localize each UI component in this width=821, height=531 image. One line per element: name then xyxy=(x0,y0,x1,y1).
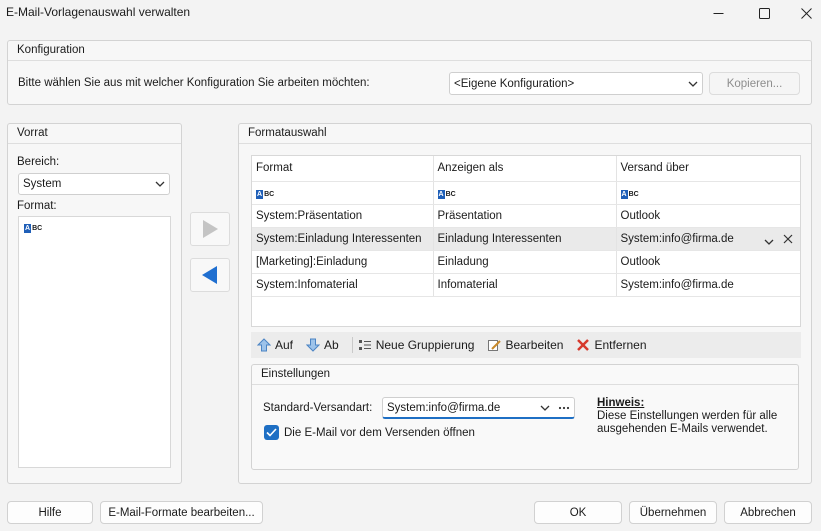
abc-format-icon: A BC xyxy=(437,189,456,199)
cell-format: System:Infomaterial xyxy=(252,273,434,297)
copy-button[interactable]: Kopieren... xyxy=(709,72,800,95)
column-header-versand[interactable]: Versand über xyxy=(616,156,800,182)
window-title: E-Mail-Vorlagenauswahl verwalten xyxy=(6,5,191,19)
close-icon xyxy=(800,7,812,19)
title-bar: E-Mail-Vorlagenauswahl verwalten xyxy=(0,0,821,26)
cell-versand: Outlook xyxy=(616,204,800,228)
remove-button[interactable]: Entfernen xyxy=(576,338,647,352)
grouping-icon xyxy=(358,340,371,350)
chevron-down-icon xyxy=(151,181,169,187)
open-before-send-label: Die E-Mail vor dem Versenden öffnen xyxy=(284,426,475,439)
bereich-label: Bereich: xyxy=(17,156,60,168)
cell-anzeigen: Präsentation xyxy=(433,204,617,228)
chevron-down-icon[interactable] xyxy=(536,405,554,411)
cell-versand: System:info@firma.de xyxy=(620,232,734,245)
remove-icon xyxy=(577,339,590,351)
cell-format: System:Präsentation xyxy=(252,204,434,228)
remove-label: Entfernen xyxy=(594,338,647,352)
format-grid[interactable]: Format Anzeigen als Versand über A BC A BC… xyxy=(251,155,801,327)
hint-title: Hinweis: xyxy=(597,397,645,409)
maximize-button[interactable] xyxy=(741,0,787,26)
cell-anzeigen: Einladung Interessenten xyxy=(433,227,617,251)
cancel-button[interactable]: Abbrechen xyxy=(724,501,812,524)
konfiguration-group: Konfiguration Bitte wählen Sie aus mit w… xyxy=(7,40,812,105)
checkbox-checked-icon xyxy=(264,425,279,440)
close-button[interactable] xyxy=(783,0,821,26)
vorrat-group: Vorrat Bereich: System Format: A BC xyxy=(7,123,182,484)
konfiguration-select-value: <Eigene Konfiguration> xyxy=(454,77,575,90)
open-before-send-checkbox[interactable]: Die E-Mail vor dem Versenden öffnen xyxy=(264,425,475,440)
abc-format-icon: A BC xyxy=(620,189,639,199)
table-row[interactable]: [Marketing]:Einladung Einladung Outlook xyxy=(252,250,800,274)
table-row[interactable]: System:Infomaterial Infomaterial System:… xyxy=(252,273,800,297)
column-header-anzeigen[interactable]: Anzeigen als xyxy=(433,156,617,182)
einstellungen-group: Einstellungen Standard-Versandart: Syste… xyxy=(251,364,799,470)
vorrat-header: Vorrat xyxy=(8,124,181,144)
edit-icon xyxy=(488,340,502,351)
abc-format-icon: A BC xyxy=(256,189,275,199)
formatauswahl-group: Formatauswahl Format Anzeigen als Versan… xyxy=(238,123,812,484)
edit-label: Bearbeiten xyxy=(505,338,564,352)
cell-anzeigen: Einladung xyxy=(433,250,617,274)
chevron-down-icon[interactable] xyxy=(764,236,774,248)
formatauswahl-header: Formatauswahl xyxy=(239,124,811,144)
arrow-up-icon xyxy=(257,338,271,352)
bereich-select[interactable]: System xyxy=(18,173,170,195)
more-icon[interactable] xyxy=(554,406,574,410)
versandart-label: Standard-Versandart: xyxy=(263,402,373,414)
help-button[interactable]: Hilfe xyxy=(7,501,93,524)
versandart-select[interactable]: System:info@firma.de xyxy=(382,397,575,419)
table-row[interactable]: System:Präsentation Präsentation Outlook xyxy=(252,204,800,228)
minimize-icon xyxy=(713,12,723,14)
minimize-button[interactable] xyxy=(695,0,741,26)
apply-button[interactable]: Übernehmen xyxy=(629,501,717,524)
hint-text: Diese Einstellungen werden für alle ausg… xyxy=(597,410,778,435)
maximize-icon xyxy=(758,7,770,19)
abc-format-icon: A BC xyxy=(24,224,43,233)
cell-versand-editor[interactable]: System:info@firma.de xyxy=(616,227,800,251)
konfiguration-prompt: Bitte wählen Sie aus mit welcher Konfigu… xyxy=(18,77,370,89)
vorrat-format-list[interactable]: A BC xyxy=(18,216,171,468)
format-toolbar: Auf Ab Neue Gruppierung Bearbeiten Entfe… xyxy=(251,332,801,358)
list-item[interactable]: A BC xyxy=(19,217,170,237)
konfiguration-header: Konfiguration xyxy=(8,41,811,61)
versandart-select-value: System:info@firma.de xyxy=(387,401,501,414)
new-group-button[interactable]: Neue Gruppierung xyxy=(358,338,475,352)
arrow-right-icon xyxy=(203,220,218,238)
clear-icon[interactable] xyxy=(783,234,793,247)
cell-versand: Outlook xyxy=(616,250,800,274)
cell-format: System:Einladung Interessenten xyxy=(252,227,434,251)
move-down-label: Ab xyxy=(324,338,339,352)
bereich-select-value: System xyxy=(23,178,62,190)
edit-button[interactable]: Bearbeiten xyxy=(487,338,563,352)
konfiguration-select[interactable]: <Eigene Konfiguration> xyxy=(449,72,703,95)
table-row-selected[interactable]: System:Einladung Interessenten Einladung… xyxy=(252,227,800,251)
move-up-label: Auf xyxy=(275,338,294,352)
table-row-new[interactable]: A BC A BC A BC xyxy=(252,181,800,205)
arrow-down-icon xyxy=(306,338,321,352)
move-right-button[interactable] xyxy=(190,212,230,246)
cell-format: [Marketing]:Einladung xyxy=(252,250,434,274)
einstellungen-header: Einstellungen xyxy=(252,365,798,385)
cell-versand: System:info@firma.de xyxy=(616,273,800,297)
cell-anzeigen: Infomaterial xyxy=(433,273,617,297)
move-up-button[interactable]: Auf xyxy=(257,338,293,352)
move-left-button[interactable] xyxy=(190,258,230,292)
grid-header-row: Format Anzeigen als Versand über xyxy=(252,156,800,182)
ok-button[interactable]: OK xyxy=(534,501,622,524)
format-label: Format: xyxy=(17,200,57,212)
chevron-down-icon xyxy=(684,81,702,87)
edit-email-formats-button[interactable]: E-Mail-Formate bearbeiten... xyxy=(100,501,263,524)
arrow-left-icon xyxy=(202,266,217,284)
column-header-format[interactable]: Format xyxy=(252,156,434,182)
toolbar-separator xyxy=(351,337,353,353)
new-group-label: Neue Gruppierung xyxy=(375,338,475,352)
move-down-button[interactable]: Ab xyxy=(306,338,339,352)
